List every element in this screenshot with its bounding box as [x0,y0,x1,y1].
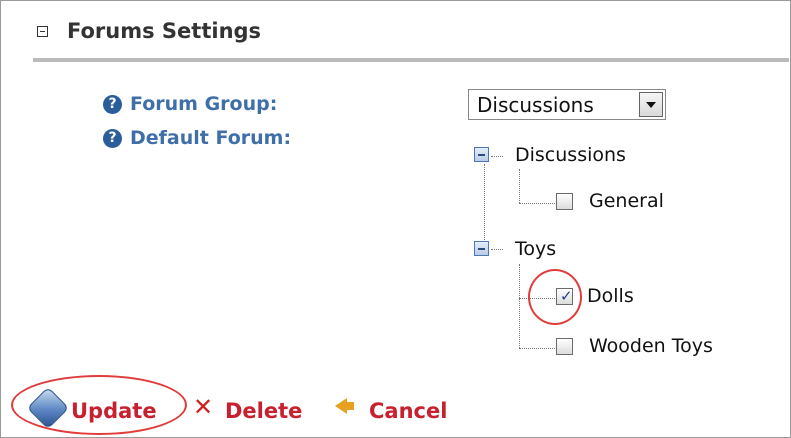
tree-connector [519,264,520,348]
tree-connector [491,156,503,157]
tree-node-dolls[interactable]: Dolls [587,285,634,307]
settings-panel: Forums Settings ? Forum Group: ? Default… [0,0,791,438]
update-icon [26,386,70,430]
section-divider [33,58,789,62]
tree-node-general[interactable]: General [589,190,664,212]
tree-connector [519,203,555,204]
forum-group-select[interactable]: Discussions [468,89,666,120]
tree-connector [519,298,555,299]
tree-connector [519,169,520,203]
tree-collapse-icon[interactable] [474,147,489,162]
checkbox-general[interactable] [556,193,573,210]
tree-node-toys[interactable]: Toys [515,238,556,260]
help-icon[interactable]: ? [103,129,122,148]
delete-label: Delete [225,399,303,423]
update-label: Update [71,399,157,423]
annotation-circle [528,269,582,325]
tree-node-wooden-toys[interactable]: Wooden Toys [589,335,713,357]
forum-group-selected-value: Discussions [477,93,594,117]
checkbox-dolls[interactable]: ✓ [556,287,573,305]
back-arrow-icon [335,398,354,414]
tree-connector [484,164,485,248]
default-forum-label: Default Forum: [130,127,292,149]
cancel-label: Cancel [369,399,448,423]
delete-x-icon: ✕ [193,393,214,421]
tree-collapse-icon[interactable] [474,241,489,256]
checkbox-wooden-toys[interactable] [556,338,573,355]
section-title: Forums Settings [67,19,262,43]
checkmark-icon: ✓ [560,287,573,305]
tree-connector [491,249,503,250]
forum-group-label: Forum Group: [130,93,278,115]
chevron-down-icon[interactable] [639,92,663,117]
tree-connector [519,348,555,349]
tree-node-discussions[interactable]: Discussions [515,144,626,166]
help-icon[interactable]: ? [103,95,122,114]
collapse-icon[interactable] [37,26,48,37]
